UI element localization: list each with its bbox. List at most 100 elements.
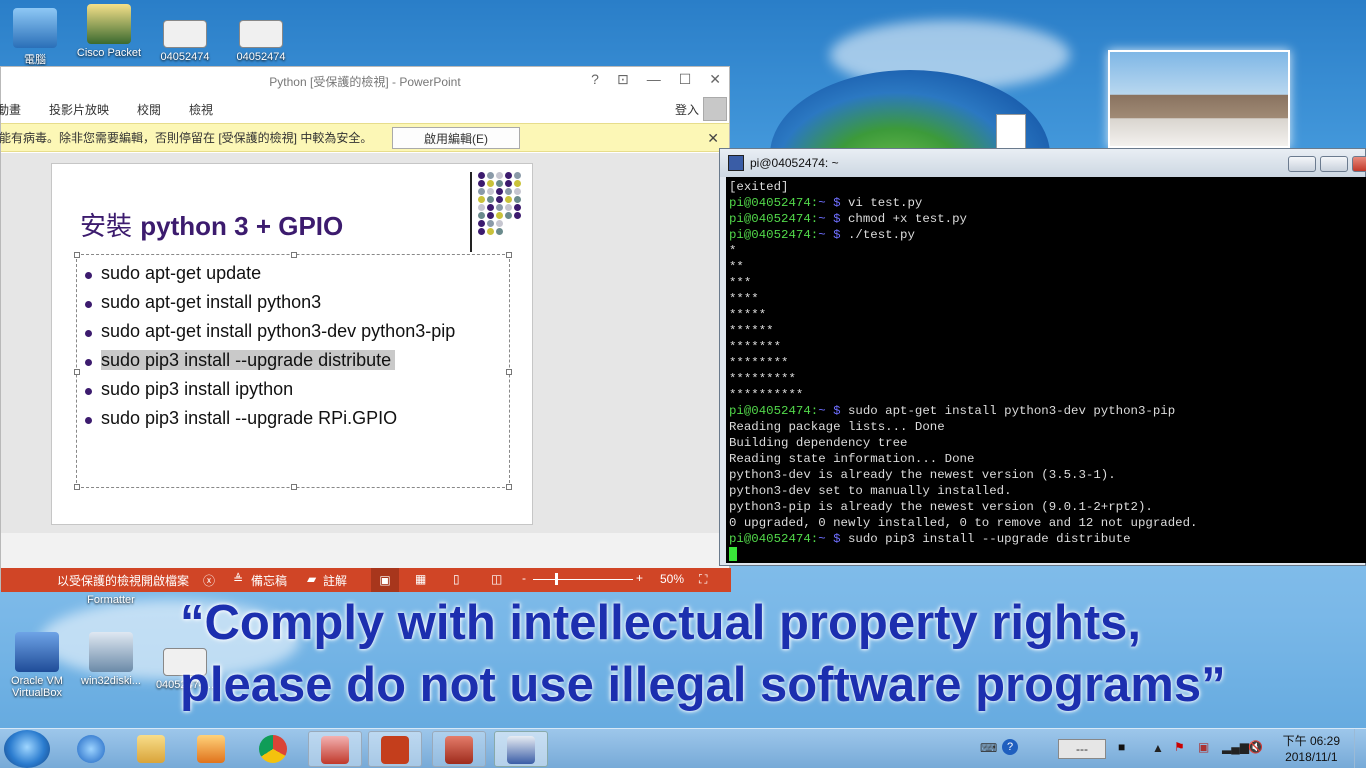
list-item[interactable]: sudo apt-get install python3-dev python3…	[85, 317, 455, 346]
normal-view-icon[interactable]: ▣	[371, 568, 399, 592]
tab-review[interactable]: 校閱	[137, 101, 161, 118]
taskbar-toolbox[interactable]	[432, 731, 486, 767]
zoom-slider[interactable]	[533, 579, 633, 580]
help-button[interactable]: ?	[591, 71, 599, 88]
desktop-icon-win32diskimager[interactable]: win32diski...	[76, 632, 146, 687]
desktop-icon-screenshot-1[interactable]: 04052474	[150, 20, 220, 63]
desktop-icon-cisco[interactable]: Cisco Packet	[74, 4, 144, 59]
taskbar-snipping-tool[interactable]	[308, 731, 362, 767]
tray-indicator-box[interactable]: ---	[1058, 739, 1106, 759]
enable-editing-button[interactable]: 啟用編輯(E)	[392, 127, 520, 149]
zoom-out-button[interactable]: -	[522, 571, 526, 585]
zoom-slider-handle[interactable]	[555, 573, 558, 585]
message-bar-close-icon[interactable]: ✕	[707, 130, 719, 147]
slide-title[interactable]: 安裝 python 3 + GPIO	[80, 206, 343, 243]
taskbar-ie[interactable]	[64, 731, 118, 767]
comments-button[interactable]: 註解	[323, 572, 347, 589]
list-item-selected[interactable]: sudo pip3 install --upgrade distribute	[85, 346, 455, 375]
reading-view-icon[interactable]: ▯	[453, 572, 460, 586]
resize-handle[interactable]	[74, 369, 80, 375]
maximize-button[interactable]	[1320, 156, 1348, 172]
bullet-list[interactable]: sudo apt-get update sudo apt-get install…	[85, 259, 455, 433]
resize-handle[interactable]	[291, 252, 297, 258]
powerpoint-icon	[381, 736, 409, 764]
putty-window[interactable]: pi@04052474: ~ [exited] pi@04052474:~ $ v…	[719, 148, 1366, 566]
decorative-dot	[514, 172, 521, 179]
taskbar-powerpoint[interactable]	[368, 731, 422, 767]
powerpoint-window[interactable]: Python [受保護的檢視] - PowerPoint ? ⊡ — ☐ ✕ 動…	[0, 66, 731, 592]
close-button[interactable]	[1352, 156, 1366, 172]
slide-editor-area[interactable]: 安裝 python 3 + GPIO sudo apt-get update s…	[1, 153, 729, 533]
system-clock[interactable]: 下午 06:29 2018/11/1	[1283, 733, 1340, 765]
resize-handle[interactable]	[506, 369, 512, 375]
prompt-user: pi@04052474:	[729, 196, 819, 210]
power-plug-icon[interactable]: ■	[1118, 740, 1125, 754]
show-hidden-icons-chevron[interactable]: ▲	[1152, 741, 1164, 755]
tab-animations[interactable]: 動畫	[0, 101, 21, 118]
decorative-dot	[505, 196, 512, 203]
sign-in-link[interactable]: 登入	[675, 101, 699, 118]
resize-handle[interactable]	[74, 252, 80, 258]
list-item[interactable]: sudo apt-get update	[85, 259, 455, 288]
ribbon-display-button[interactable]: ⊡	[617, 71, 629, 88]
network-tray-icon[interactable]: ▣	[1198, 740, 1209, 754]
close-button[interactable]: ✕	[709, 71, 721, 88]
powerpoint-title-bar[interactable]: Python [受保護的檢視] - PowerPoint ? ⊡ — ☐ ✕	[1, 67, 729, 95]
resize-handle[interactable]	[291, 484, 297, 490]
keyboard-icon[interactable]: ⌨	[980, 741, 997, 755]
tab-slideshow[interactable]: 投影片放映	[49, 101, 109, 118]
content-placeholder[interactable]: sudo apt-get update sudo apt-get install…	[74, 252, 512, 490]
tab-view[interactable]: 檢視	[189, 101, 213, 118]
zoom-level[interactable]: 50%	[660, 572, 684, 586]
notes-pane[interactable]	[1, 533, 729, 569]
taskbar: ⌨ ? --- ■ ▲ ⚑ ▣ ▂▄▆ 🔇 下午 06:29 2018/11/1	[0, 728, 1366, 768]
resize-handle[interactable]	[506, 252, 512, 258]
terminal-cursor	[729, 547, 737, 561]
bullet-text-highlighted: sudo pip3 install --upgrade distribute	[101, 350, 396, 370]
notes-button[interactable]: 備忘稿	[251, 572, 287, 589]
taskbar-chrome[interactable]	[246, 731, 300, 767]
terminal-output[interactable]: [exited] pi@04052474:~ $ vi test.py pi@040…	[726, 177, 1366, 563]
desktop-document-icon[interactable]	[996, 114, 1026, 150]
window-title: pi@04052474: ~	[750, 156, 839, 170]
virtualbox-icon	[15, 632, 59, 672]
minimize-button[interactable]	[1288, 156, 1316, 172]
minimize-button[interactable]: —	[647, 71, 661, 88]
list-item[interactable]: sudo pip3 install --upgrade RPi.GPIO	[85, 404, 455, 433]
maximize-button[interactable]: ☐	[679, 71, 692, 88]
resize-handle[interactable]	[74, 484, 80, 490]
slide-canvas[interactable]: 安裝 python 3 + GPIO sudo apt-get update s…	[51, 163, 533, 525]
putty-icon[interactable]	[728, 155, 744, 171]
desktop-icon-screenshot-2[interactable]: 04052474	[226, 20, 296, 63]
status-close-icon[interactable]: ⓧ	[203, 572, 215, 589]
taskbar-explorer[interactable]	[124, 731, 178, 767]
slideshow-view-icon[interactable]: ◫	[491, 572, 502, 586]
decorative-dot	[496, 180, 503, 187]
decorative-dot	[496, 172, 503, 179]
putty-title-bar[interactable]: pi@04052474: ~	[720, 149, 1366, 177]
fit-to-window-icon[interactable]: ⛶	[699, 572, 707, 587]
list-item[interactable]: sudo pip3 install ipython	[85, 375, 455, 404]
help-tray-icon[interactable]: ?	[1002, 739, 1018, 755]
volume-muted-icon[interactable]: 🔇	[1248, 740, 1263, 754]
taskbar-media-player[interactable]	[184, 731, 238, 767]
taskbar-putty[interactable]	[494, 731, 548, 767]
avatar[interactable]	[703, 97, 727, 121]
decorative-dot	[478, 204, 485, 211]
terminal-command-line: pi@04052474:~ $ chmod +x test.py	[729, 211, 1364, 227]
start-button[interactable]	[4, 730, 50, 768]
action-center-flag-icon[interactable]: ⚑	[1174, 740, 1185, 754]
desktop-icon-virtualbox[interactable]: Oracle VM VirtualBox	[2, 632, 72, 699]
show-desktop-button[interactable]	[1354, 729, 1366, 768]
desktop-icon-computer[interactable]: 電腦	[0, 8, 70, 67]
resize-handle[interactable]	[506, 484, 512, 490]
prompt-path: ~ $	[818, 212, 841, 226]
signal-strength-icon[interactable]: ▂▄▆	[1222, 740, 1249, 754]
list-item[interactable]: sudo apt-get install python3	[85, 288, 455, 317]
terminal-output-line: *********	[729, 372, 796, 386]
zoom-in-button[interactable]: +	[636, 571, 643, 585]
slide-sorter-view-icon[interactable]: ▦	[415, 572, 426, 586]
desktop-icon-label: Formatter	[87, 594, 135, 606]
desktop-icon-formatter[interactable]: Formatter	[76, 594, 146, 606]
window-title: Python [受保護的檢視] - PowerPoint	[269, 74, 461, 89]
